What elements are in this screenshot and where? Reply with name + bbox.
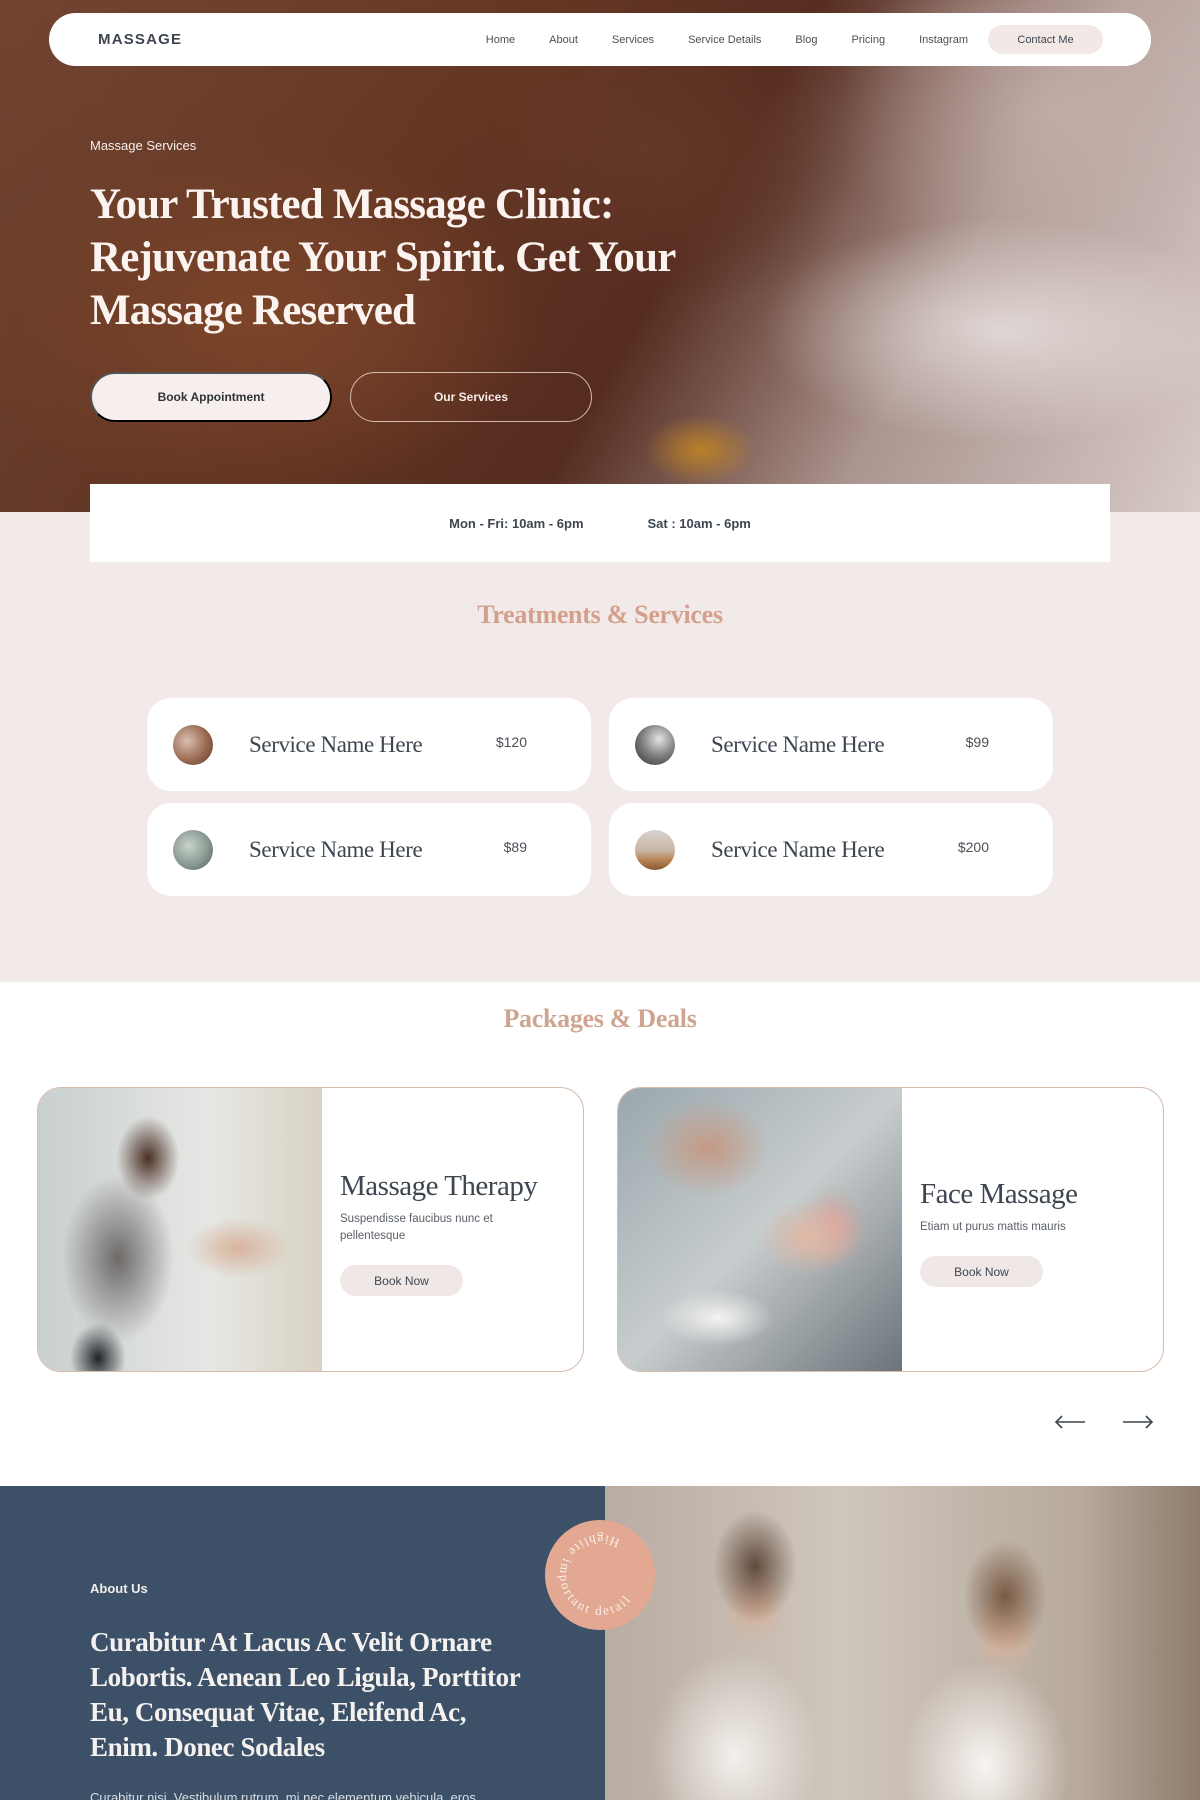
- carousel-prev-button[interactable]: [1052, 1410, 1088, 1434]
- service-thumbnail: [635, 829, 675, 870]
- nav-link-instagram[interactable]: Instagram: [919, 34, 968, 46]
- nav-link-services[interactable]: Services: [612, 34, 654, 46]
- nav-link-home[interactable]: Home: [486, 34, 515, 46]
- nav-links: Home About Services Service Details Blog…: [486, 25, 1103, 54]
- logo[interactable]: MASSAGE: [98, 31, 182, 48]
- about-title: Curabitur At Lacus Ac Velit Ornare Lobor…: [90, 1627, 520, 1762]
- service-name: Service Name Here: [711, 836, 885, 862]
- book-appointment-button[interactable]: Book Appointment: [90, 372, 332, 422]
- contact-me-button[interactable]: Contact Me: [988, 25, 1103, 54]
- package-body: Face Massage Etiam ut purus mattis mauri…: [920, 1178, 1090, 1287]
- service-name: Service Name Here: [249, 836, 423, 862]
- about-body: Curabitur nisi. Vestibulum rutrum, mi ne…: [90, 1790, 476, 1800]
- service-name: Service Name Here: [249, 731, 423, 757]
- opening-hours-bar: Mon - Fri: 10am - 6pm Sat : 10am - 6pm: [90, 484, 1110, 562]
- nav-link-service-details[interactable]: Service Details: [688, 34, 761, 46]
- service-price: $200: [957, 839, 989, 855]
- package-description: Etiam ut purus mattis mauris: [920, 1221, 1066, 1233]
- nav-link-blog[interactable]: Blog: [795, 34, 817, 46]
- our-services-button[interactable]: Our Services: [350, 372, 592, 422]
- service-price: $89: [503, 839, 527, 855]
- highlight-badge: Highlite important detail: [544, 1519, 656, 1631]
- package-card: Massage Therapy Suspendisse faucibus nun…: [37, 1087, 584, 1372]
- package-name: Face Massage: [920, 1178, 1078, 1210]
- service-name: Service Name Here: [711, 731, 885, 757]
- weekday-hours: Mon - Fri: 10am - 6pm: [449, 515, 584, 531]
- service-card[interactable]: Service Name Here $89: [147, 803, 591, 896]
- hero-title: Your Trusted Massage Clinic: Rejuvenate …: [90, 181, 676, 334]
- hero-eyebrow: Massage Services: [90, 138, 197, 153]
- about-eyebrow: About Us: [90, 1581, 148, 1596]
- service-thumbnail: [173, 724, 213, 765]
- service-card[interactable]: Service Name Here $120: [147, 698, 591, 791]
- navbar: MASSAGE Home About Services Service Deta…: [49, 13, 1151, 66]
- about-image: [605, 1486, 1200, 1800]
- service-thumbnail: [635, 724, 675, 765]
- package-card: Face Massage Etiam ut purus mattis mauri…: [617, 1087, 1164, 1372]
- arrow-left-icon: [1054, 1415, 1085, 1429]
- package-image: [38, 1088, 322, 1371]
- service-card[interactable]: Service Name Here $200: [609, 803, 1053, 896]
- service-thumbnail: [173, 829, 213, 870]
- carousel-next-button[interactable]: [1120, 1410, 1156, 1434]
- package-description: Suspendisse faucibus nunc et pellentesqu…: [340, 1213, 493, 1242]
- service-card[interactable]: Service Name Here $99: [609, 698, 1053, 791]
- service-price: $99: [965, 734, 989, 750]
- saturday-hours: Sat : 10am - 6pm: [647, 515, 751, 531]
- service-price: $120: [495, 734, 527, 750]
- package-image: [618, 1088, 902, 1371]
- treatments-title: Treatments & Services: [477, 600, 723, 629]
- packages-title: Packages & Deals: [503, 1004, 697, 1033]
- package-body: Massage Therapy Suspendisse faucibus nun…: [340, 1170, 538, 1296]
- book-now-button[interactable]: Book Now: [920, 1256, 1043, 1287]
- nav-link-pricing[interactable]: Pricing: [851, 34, 885, 46]
- book-now-button[interactable]: Book Now: [340, 1265, 463, 1296]
- arrow-right-icon: [1123, 1415, 1154, 1429]
- nav-link-about[interactable]: About: [549, 34, 578, 46]
- package-name: Massage Therapy: [340, 1170, 538, 1202]
